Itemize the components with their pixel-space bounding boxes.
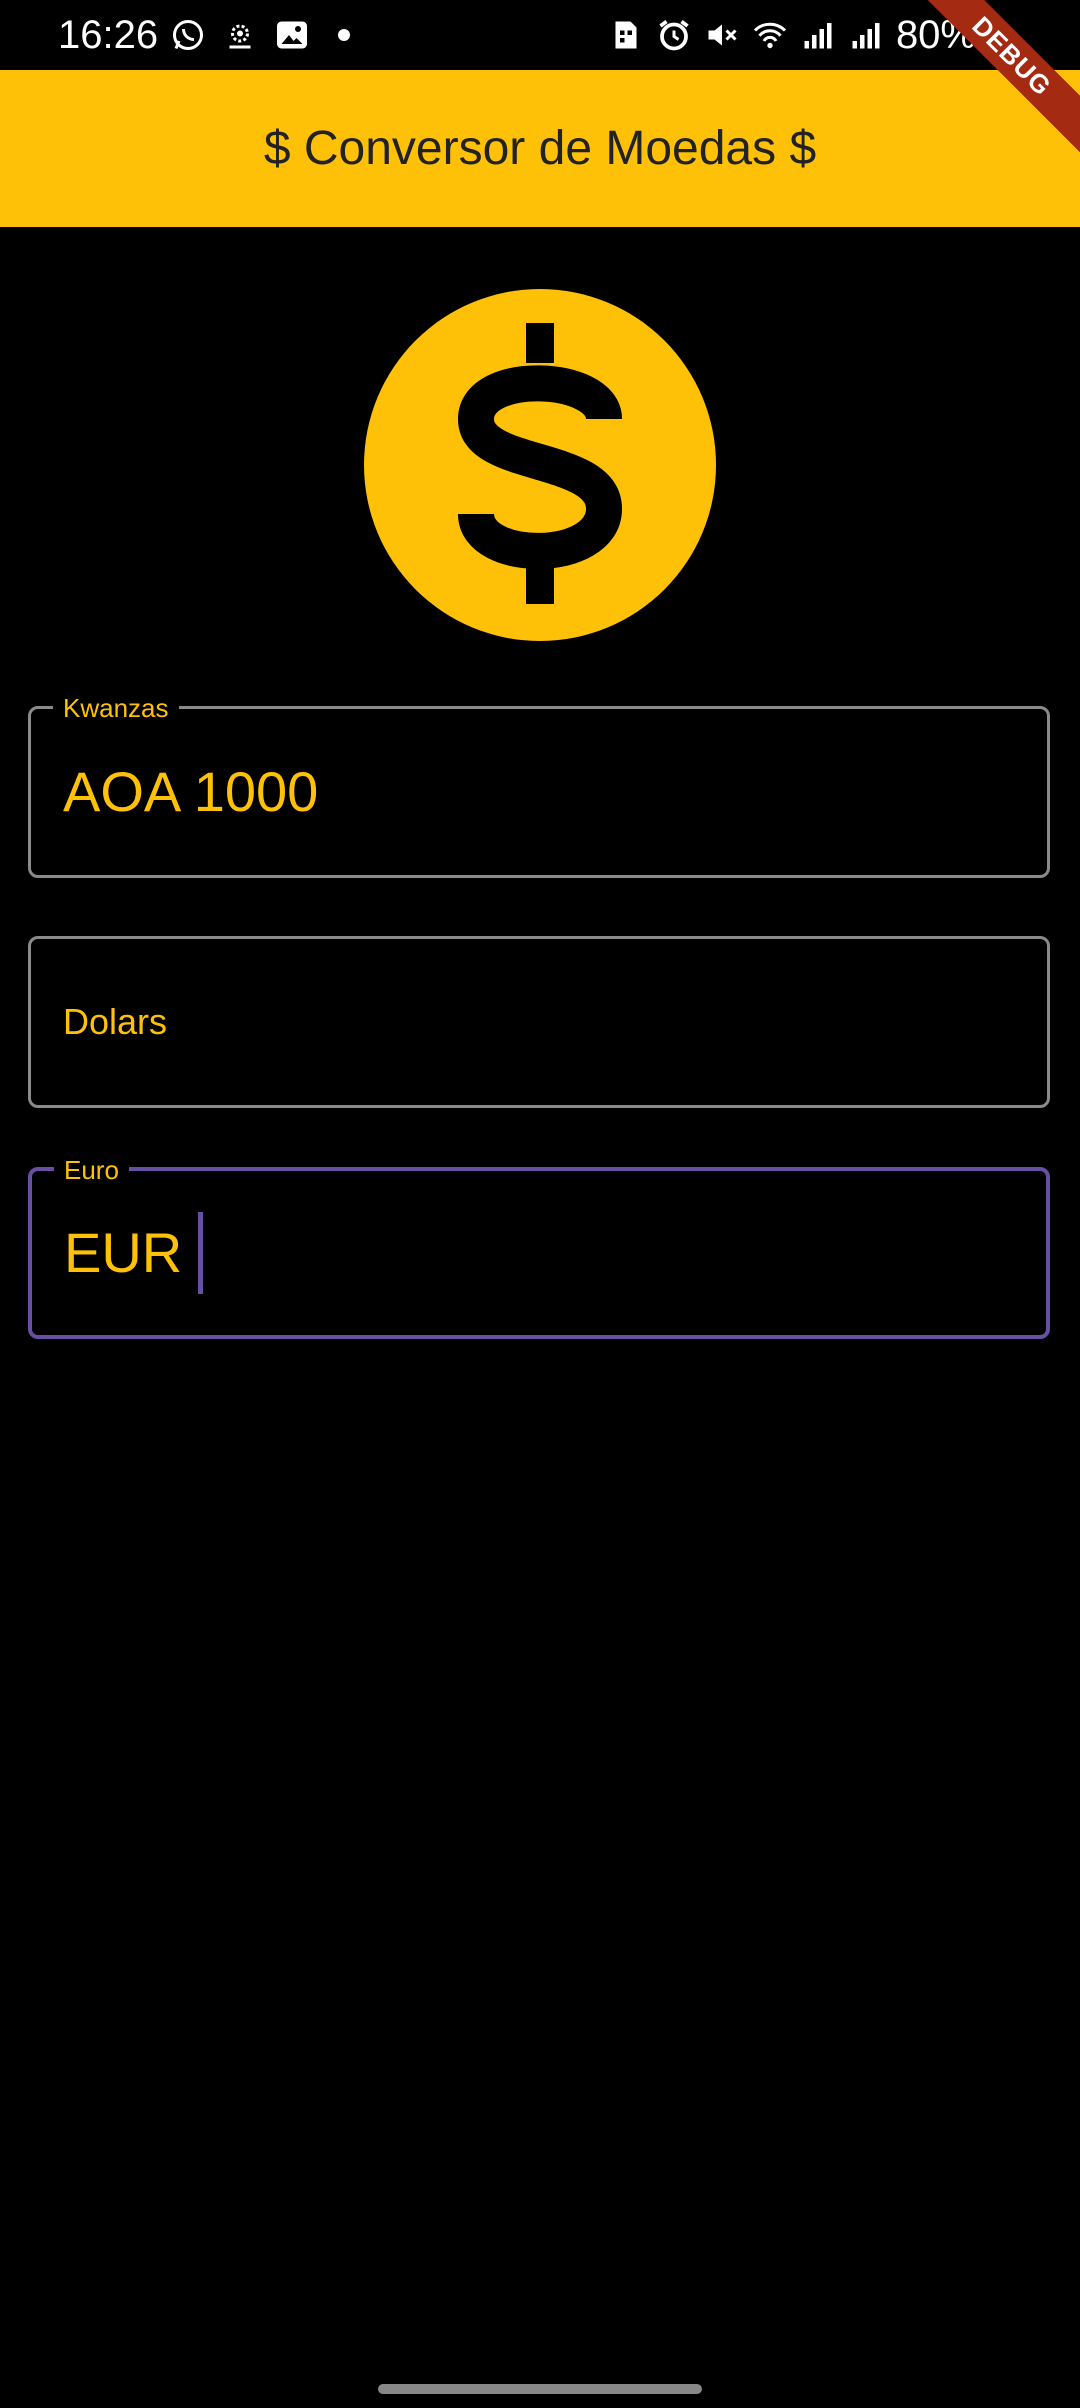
settings-gear-icon	[229, 24, 251, 49]
whatsapp-icon	[173, 20, 203, 50]
dot-icon	[338, 29, 350, 41]
app-bar: $ Conversor de Moedas $	[0, 70, 1080, 227]
euro-field[interactable]: Euro EUR	[28, 1155, 1050, 1339]
home-indicator[interactable]	[378, 2384, 702, 2394]
signal-icon	[852, 23, 880, 49]
status-left-icons	[170, 14, 362, 56]
app-title: $ Conversor de Moedas $	[263, 122, 817, 175]
alarm-icon	[659, 20, 689, 51]
text-cursor	[198, 1212, 204, 1294]
dolars-placeholder: Dolars	[63, 1001, 168, 1042]
sim-icon	[615, 21, 637, 49]
status-time: 16:26	[58, 13, 159, 57]
dollar-sign-icon	[457, 323, 623, 604]
dollar-coin-icon	[364, 289, 716, 641]
euro-label: Euro	[54, 1155, 129, 1185]
euro-value: EUR	[64, 1221, 183, 1284]
status-bar: 16:26 80%	[0, 0, 1080, 70]
euro-input[interactable]: EUR	[64, 1212, 204, 1294]
wifi-icon	[753, 22, 787, 49]
dolars-field[interactable]: Dolars	[28, 936, 1050, 1108]
gallery-icon	[277, 21, 307, 49]
kwanzas-field[interactable]: Kwanzas AOA 1000	[28, 693, 1050, 878]
mute-icon	[708, 24, 737, 46]
kwanzas-value[interactable]: AOA 1000	[63, 760, 318, 824]
kwanzas-label: Kwanzas	[53, 693, 179, 723]
signal-icon	[804, 23, 832, 49]
